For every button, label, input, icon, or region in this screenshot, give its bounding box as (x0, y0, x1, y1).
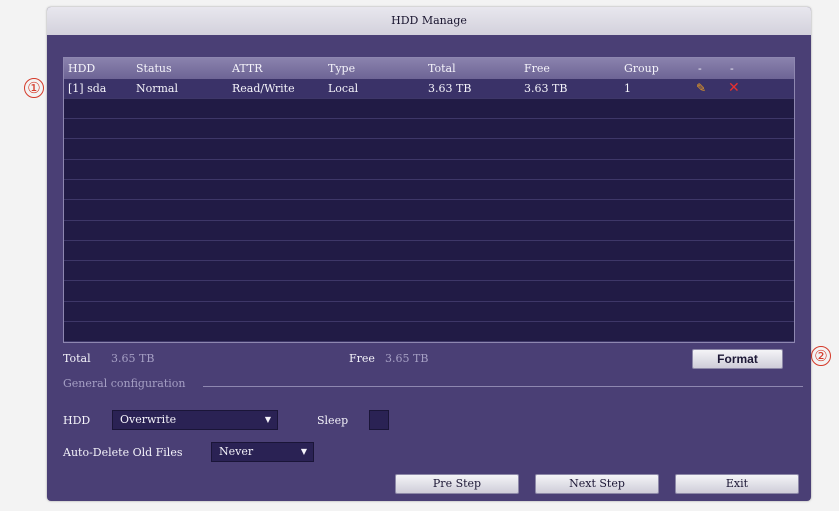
cell-attr: Read/Write (232, 82, 295, 95)
cell-type: Local (328, 82, 359, 95)
delete-x-icon[interactable]: ✕ (728, 79, 740, 98)
cell-status: Normal (136, 82, 179, 95)
format-button[interactable]: Format (692, 349, 783, 369)
chevron-down-icon: ▼ (300, 447, 307, 456)
table-row-empty (64, 282, 794, 302)
auto-delete-label: Auto-Delete Old Files (63, 446, 183, 459)
header-attr: ATTR (232, 62, 263, 75)
table-row-empty (64, 261, 794, 282)
free-label: Free (349, 352, 375, 365)
exit-button[interactable]: Exit (675, 474, 799, 494)
header-type: Type (328, 62, 356, 75)
section-divider (203, 386, 803, 387)
total-value: 3.65 TB (111, 352, 155, 365)
pre-step-button[interactable]: Pre Step (395, 474, 519, 494)
table-row-empty (64, 160, 794, 180)
hdd-table: HDD Status ATTR Type Total Free Group - … (63, 57, 795, 343)
cell-group: 1 (624, 82, 631, 95)
pencil-icon[interactable]: ✎ (696, 79, 706, 98)
header-status: Status (136, 62, 172, 75)
table-row-empty (64, 241, 794, 262)
header-total: Total (428, 62, 456, 75)
chevron-down-icon: ▼ (264, 415, 271, 424)
table-row-empty (64, 119, 794, 140)
general-config-label: General configuration (63, 377, 186, 390)
callout-2: ② (811, 346, 831, 366)
sleep-label: Sleep (317, 414, 349, 427)
window-title: HDD Manage (47, 7, 811, 35)
table-row-empty (64, 180, 794, 201)
total-label: Total (63, 352, 91, 365)
header-group: Group (624, 62, 659, 75)
table-row-empty (64, 221, 794, 241)
next-step-button[interactable]: Next Step (535, 474, 659, 494)
free-value: 3.65 TB (385, 352, 429, 365)
cell-free: 3.63 TB (524, 82, 568, 95)
table-row-empty (64, 201, 794, 221)
hdd-mode-value: Overwrite (120, 413, 177, 426)
table-row[interactable]: [1] sda Normal Read/Write Local 3.63 TB … (64, 79, 794, 99)
table-row-empty (64, 140, 794, 160)
hdd-manage-window: HDD Manage HDD Status ATTR Type Total Fr… (47, 7, 811, 501)
header-delete: - (730, 62, 734, 75)
header-free: Free (524, 62, 550, 75)
table-row-empty (64, 302, 794, 322)
header-edit: - (698, 62, 702, 75)
header-hdd: HDD (68, 62, 96, 75)
callout-1: ① (24, 78, 44, 98)
cell-total: 3.63 TB (428, 82, 472, 95)
hdd-mode-label: HDD (63, 414, 91, 427)
sleep-checkbox[interactable] (369, 410, 389, 430)
auto-delete-value: Never (219, 445, 254, 458)
hdd-mode-select[interactable]: Overwrite ▼ (112, 410, 278, 430)
cell-hdd: [1] sda (68, 82, 107, 95)
table-row-empty (64, 322, 794, 342)
table-header: HDD Status ATTR Type Total Free Group - … (64, 58, 794, 79)
table-row-empty (64, 99, 794, 119)
auto-delete-select[interactable]: Never ▼ (211, 442, 314, 462)
